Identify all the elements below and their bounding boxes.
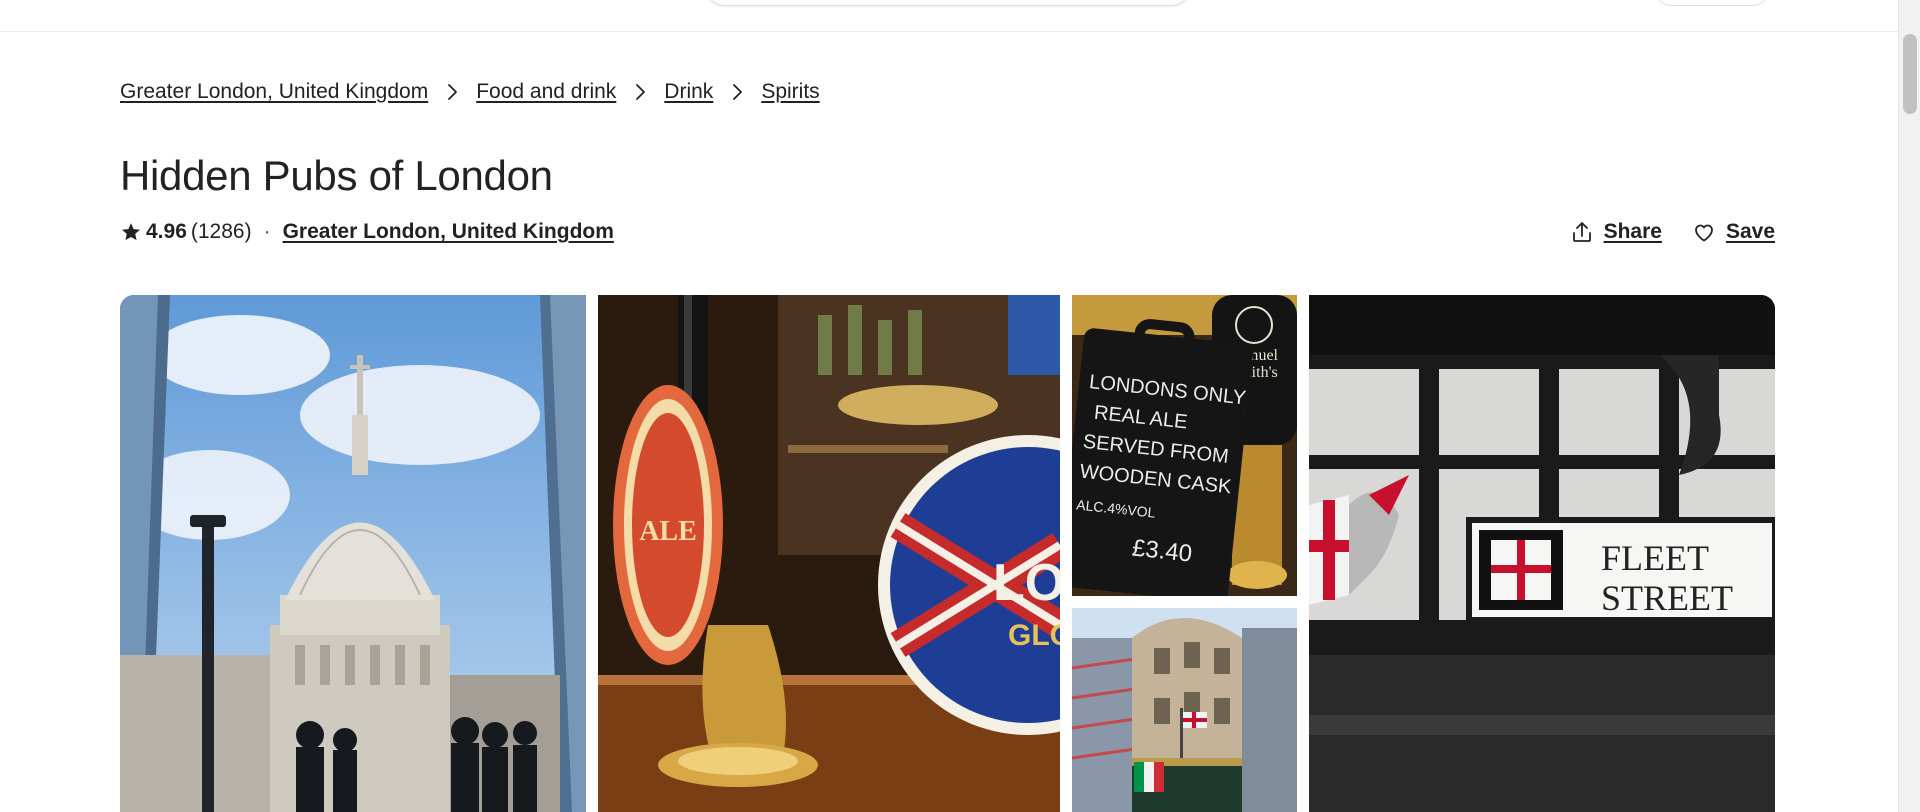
- breadcrumb-item-drink[interactable]: Drink: [664, 80, 713, 104]
- page-scrollbar[interactable]: [1898, 0, 1920, 812]
- chevron-right-icon: [440, 80, 464, 104]
- heart-icon: [1692, 220, 1716, 244]
- scrollbar-thumb[interactable]: [1903, 34, 1917, 114]
- save-label: Save: [1725, 220, 1775, 243]
- meta-separator: ·: [263, 220, 271, 243]
- share-label: Share: [1603, 220, 1662, 243]
- breadcrumb-item-food-and-drink[interactable]: Food and drink: [476, 80, 616, 104]
- listing-actions: Share Save: [1540, 220, 1775, 244]
- page-title: Hidden Pubs of London: [120, 152, 553, 199]
- svg-text:GLO: GLO: [1008, 619, 1060, 652]
- review-count[interactable]: (1286): [191, 220, 252, 244]
- save-button[interactable]: Save: [1692, 220, 1775, 244]
- rating-value: 4.96: [146, 220, 187, 243]
- photo-gallery: ALE LOND GLO Samuel Smith's: [120, 295, 1775, 812]
- gallery-photo-pub-building[interactable]: [1072, 608, 1297, 812]
- share-icon: [1570, 220, 1594, 244]
- top-navigation-bar: [0, 0, 1898, 32]
- share-button[interactable]: Share: [1570, 220, 1662, 244]
- gallery-photo-cathedral[interactable]: [120, 295, 586, 812]
- search-bar[interactable]: [706, 0, 1190, 6]
- listing-meta: 4.96 (1286) · Greater London, United Kin…: [120, 220, 614, 244]
- breadcrumb-item-location[interactable]: Greater London, United Kingdom: [120, 80, 428, 104]
- breadcrumb-item-spirits[interactable]: Spirits: [761, 80, 819, 104]
- gallery-photo-chalkboard[interactable]: Samuel Smith's LONDONS ONLY REAL ALE SER…: [1072, 295, 1297, 596]
- location-link[interactable]: Greater London, United Kingdom: [283, 220, 614, 244]
- gallery-photo-beer-taps[interactable]: ALE LOND GLO: [598, 295, 1060, 812]
- account-menu-button[interactable]: [1654, 0, 1770, 6]
- street-sign-text: FLEET: [1601, 538, 1709, 578]
- street-sign-text: STREET: [1601, 578, 1733, 618]
- breadcrumb: Greater London, United Kingdom Food and …: [120, 80, 820, 104]
- gallery-photo-fleet-street-sign[interactable]: FLEET STREET: [1309, 295, 1775, 812]
- svg-text:ALE: ALE: [639, 516, 697, 547]
- chevron-right-icon: [725, 80, 749, 104]
- star-icon: [120, 221, 142, 243]
- svg-text:LOND: LOND: [993, 554, 1060, 612]
- chevron-right-icon: [628, 80, 652, 104]
